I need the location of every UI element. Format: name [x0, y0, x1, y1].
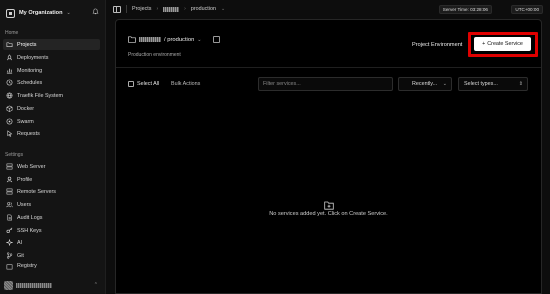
- box-icon: [6, 105, 13, 112]
- sidebar-item-label: Traefik File System: [17, 92, 63, 99]
- breadcrumb-environment[interactable]: production: [191, 6, 216, 12]
- sidebar-item-profile[interactable]: Profile: [3, 174, 100, 185]
- user-icon: [6, 176, 13, 183]
- sidebar-item-traefik-file-system[interactable]: Traefik File System: [3, 90, 100, 101]
- services-toolbar: Select All Bulk Actions Recently... ⌄ Se…: [116, 77, 541, 91]
- sidebar-item-registry[interactable]: Registry: [3, 263, 100, 271]
- open-environment-icon[interactable]: [212, 36, 220, 43]
- chart-icon: [6, 67, 13, 74]
- sidebar-item-label: Monitoring: [17, 67, 43, 74]
- key-icon: [6, 227, 13, 234]
- rocket-icon: [6, 54, 13, 61]
- sidebar-item-label: Remote Servers: [17, 188, 56, 195]
- timezone-badge: UTC+00:00: [511, 5, 543, 14]
- sidebar-item-ssh-keys[interactable]: SSH Keys: [3, 225, 100, 236]
- user-name-redacted: [16, 282, 52, 288]
- sidebar-item-label: Swarm: [17, 118, 34, 125]
- pointer-icon: [6, 130, 13, 137]
- folder-plus-icon: [324, 201, 334, 210]
- sidebar-item-label: Git: [17, 252, 24, 259]
- sidebar-item-label: AI: [17, 239, 23, 246]
- project-header: / production ⌄ Production environment Pr…: [116, 20, 541, 68]
- sidebar-item-projects[interactable]: Projects: [3, 39, 100, 50]
- sidebar-item-monitoring[interactable]: Monitoring: [3, 65, 100, 76]
- project-title: / production ⌄: [128, 36, 220, 43]
- plus-icon: +: [482, 41, 486, 47]
- main-panel: / production ⌄ Production environment Pr…: [115, 19, 542, 294]
- sidebar-item-ai[interactable]: AI: [3, 237, 100, 248]
- environment-name: / production: [164, 36, 195, 43]
- home-section-label: Home: [5, 30, 19, 36]
- swarm-icon: [6, 118, 13, 125]
- sidebar-item-web-server[interactable]: Web Server: [3, 161, 100, 172]
- empty-state-message: No services added yet. Click on Create S…: [269, 211, 388, 217]
- sidebar-item-schedules[interactable]: Schedules: [3, 77, 100, 88]
- settings-section-label: Settings: [5, 152, 24, 158]
- org-name: My Organization: [19, 10, 63, 16]
- chevron-updown-icon: ⇕: [518, 81, 523, 87]
- sidebar-item-label: Requests: [17, 130, 40, 137]
- sidebar-item-label: Projects: [17, 41, 37, 48]
- sidebar-item-audit-logs[interactable]: Audit Logs: [3, 212, 100, 223]
- users-icon: [6, 201, 13, 208]
- chevron-down-icon: ⌄: [442, 81, 447, 87]
- chevron-right-icon: ›: [184, 6, 186, 12]
- file-icon: [6, 214, 13, 221]
- sidebar-item-swarm[interactable]: Swarm: [3, 116, 100, 127]
- sidebar-item-users[interactable]: Users: [3, 199, 100, 210]
- sidebar-item-label: SSH Keys: [17, 227, 42, 234]
- sidebar: My Organization ⌄ Home Projects Deployme…: [0, 0, 106, 294]
- folder-icon: [128, 36, 136, 43]
- breadcrumb-project-redacted[interactable]: [163, 6, 180, 12]
- sidebar-item-git[interactable]: Git: [3, 250, 100, 261]
- select-all-label[interactable]: Select All: [137, 81, 159, 87]
- breadcrumb-projects[interactable]: Projects: [132, 6, 151, 12]
- bulk-actions-button[interactable]: Bulk Actions: [171, 81, 200, 87]
- create-service-label: Create Service: [487, 41, 523, 47]
- package-icon: [6, 263, 13, 270]
- divider: [126, 5, 127, 13]
- project-name-redacted: [139, 37, 161, 42]
- sidebar-item-label: Schedules: [17, 79, 43, 86]
- sidebar-item-label: Docker: [17, 105, 35, 112]
- select-all-checkbox[interactable]: [128, 81, 134, 87]
- sidebar-toggle-icon[interactable]: [113, 5, 121, 13]
- server-time-badge: Server Time: 03:28:06: [438, 5, 492, 14]
- bot-icon: [6, 239, 13, 246]
- sidebar-item-remote-servers[interactable]: Remote Servers: [3, 186, 100, 197]
- server-icon: [6, 188, 13, 195]
- chevron-updown-icon: ⌃: [93, 282, 98, 288]
- filter-services-input[interactable]: [258, 77, 393, 91]
- sidebar-item-label: Web Server: [17, 163, 46, 170]
- sidebar-item-label: Users: [17, 201, 32, 208]
- clock-icon: [6, 79, 13, 86]
- avatar: [4, 280, 13, 290]
- sidebar-item-deployments[interactable]: Deployments: [3, 52, 100, 63]
- organization-icon: [6, 8, 15, 18]
- chevron-down-icon: ⌄: [66, 10, 71, 16]
- chevron-right-icon: ›: [156, 6, 159, 12]
- chevron-down-icon: ⌄: [221, 6, 226, 12]
- user-menu[interactable]: ⌃: [4, 279, 102, 291]
- sidebar-item-label: Profile: [17, 176, 33, 183]
- folder-icon: [6, 41, 13, 48]
- org-switcher[interactable]: My Organization ⌄: [6, 6, 71, 20]
- chevron-down-icon[interactable]: ⌄: [197, 37, 201, 43]
- project-environment-label: Project Environment: [412, 42, 463, 48]
- type-select-value: Select types...: [464, 81, 498, 87]
- globe-icon: [6, 92, 13, 99]
- environment-description: Production environment: [128, 52, 181, 58]
- type-select[interactable]: Select types... ⇕: [458, 77, 528, 91]
- create-service-button[interactable]: + Create Service: [474, 37, 531, 51]
- sidebar-item-label: Deployments: [17, 54, 49, 61]
- git-icon: [6, 252, 13, 259]
- sidebar-item-docker[interactable]: Docker: [3, 103, 100, 114]
- sort-select[interactable]: Recently... ⌄: [398, 77, 452, 91]
- bell-icon[interactable]: [92, 8, 100, 16]
- sort-select-value: Recently...: [412, 81, 438, 87]
- sidebar-item-label: Audit Logs: [17, 214, 43, 221]
- server-icon: [6, 163, 13, 170]
- sidebar-item-label: Registry: [17, 263, 37, 269]
- sidebar-item-requests[interactable]: Requests: [3, 128, 100, 139]
